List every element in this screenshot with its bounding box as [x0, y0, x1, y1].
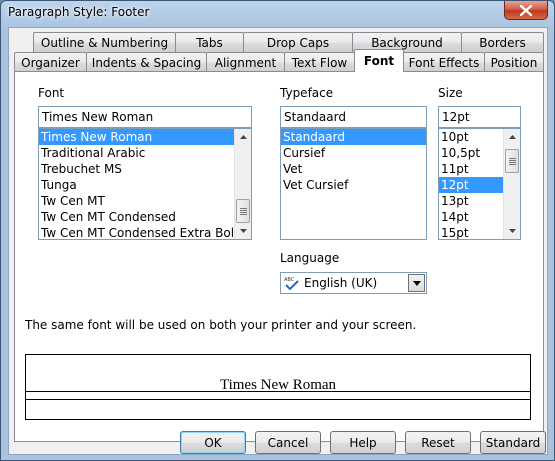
- standard-button[interactable]: Standard: [480, 431, 546, 454]
- size-input[interactable]: 12pt: [438, 106, 521, 128]
- list-item[interactable]: Trebuchet MS: [39, 161, 251, 177]
- font-list-scrollbar[interactable]: [234, 129, 251, 239]
- list-item[interactable]: Times New Roman: [39, 129, 251, 145]
- list-item[interactable]: Cursief: [281, 145, 426, 161]
- tab-font[interactable]: Font: [354, 49, 404, 72]
- close-icon: [520, 4, 532, 16]
- tab-borders[interactable]: Borders: [461, 32, 544, 52]
- arrow-up-icon: [239, 135, 247, 139]
- svg-text:ABC: ABC: [284, 277, 295, 283]
- list-item[interactable]: Tw Cen MT Condensed: [39, 209, 251, 225]
- list-item[interactable]: Tunga: [39, 177, 251, 193]
- typeface-label: Typeface: [280, 86, 334, 100]
- scroll-down-button[interactable]: [504, 223, 520, 239]
- scroll-thumb[interactable]: [505, 149, 519, 173]
- font-list[interactable]: Times New Roman Traditional Arabic Trebuch…: [38, 128, 252, 240]
- scroll-down-button[interactable]: [235, 223, 251, 239]
- typeface-list[interactable]: Standaard Cursief Vet Vet Cursief: [280, 128, 427, 240]
- paragraph-style-dialog: Paragraph Style: Footer Outline & Number…: [0, 0, 555, 461]
- typeface-input[interactable]: Standaard: [280, 106, 427, 128]
- font-name-input[interactable]: Times New Roman: [38, 106, 252, 128]
- tab-indents-spacing[interactable]: Indents & Spacing: [86, 52, 207, 72]
- tab-organizer[interactable]: Organizer: [14, 52, 87, 72]
- chevron-down-icon: [412, 280, 421, 286]
- tab-text-flow[interactable]: Text Flow: [284, 52, 355, 72]
- arrow-up-icon: [508, 135, 516, 139]
- arrow-down-icon: [239, 229, 247, 233]
- cancel-button[interactable]: Cancel: [255, 431, 321, 454]
- ok-button[interactable]: OK: [180, 431, 246, 454]
- language-value: English (UK): [304, 276, 378, 290]
- list-item[interactable]: Traditional Arabic: [39, 145, 251, 161]
- language-dropdown-button[interactable]: [408, 274, 425, 292]
- reset-button[interactable]: Reset: [405, 431, 471, 454]
- font-label: Font: [38, 86, 65, 100]
- tab-position[interactable]: Position: [484, 52, 544, 72]
- language-select[interactable]: ABC English (UK): [280, 272, 427, 294]
- list-item[interactable]: Standaard: [281, 129, 426, 145]
- dialog-client-area: Outline & Numbering Tabs Drop Caps Backg…: [8, 27, 548, 455]
- language-label: Language: [280, 251, 340, 265]
- scroll-thumb[interactable]: [236, 199, 250, 223]
- window-title: Paragraph Style: Footer: [8, 5, 150, 19]
- scroll-up-button[interactable]: [504, 129, 520, 145]
- close-button[interactable]: [504, 1, 548, 20]
- title-bar[interactable]: Paragraph Style: Footer: [1, 1, 554, 27]
- help-button[interactable]: Help: [330, 431, 396, 454]
- size-list[interactable]: 10pt 10,5pt 11pt 12pt 13pt 14pt 15pt: [438, 128, 521, 240]
- size-label: Size: [438, 86, 463, 100]
- scroll-up-button[interactable]: [235, 129, 251, 145]
- list-item[interactable]: Tw Cen MT Condensed Extra Bold: [39, 225, 251, 239]
- font-info-text: The same font will be used on both your …: [25, 318, 417, 332]
- tab-alignment[interactable]: Alignment: [206, 52, 285, 72]
- preview-divider: [26, 399, 530, 400]
- font-preview: Times New Roman: [25, 354, 531, 420]
- typeface-list-items: Standaard Cursief Vet Vet Cursief: [281, 129, 426, 193]
- tab-tabs[interactable]: Tabs: [175, 32, 244, 52]
- list-item[interactable]: Vet Cursief: [281, 177, 426, 193]
- tab-font-effects[interactable]: Font Effects: [403, 52, 485, 72]
- tab-outline-numbering[interactable]: Outline & Numbering: [33, 32, 176, 52]
- spellcheck-icon: ABC: [284, 277, 299, 290]
- list-item[interactable]: Tw Cen MT: [39, 193, 251, 209]
- preview-text: Times New Roman: [219, 377, 337, 393]
- font-list-items: Times New Roman Traditional Arabic Trebuch…: [39, 129, 251, 239]
- arrow-down-icon: [508, 229, 516, 233]
- tab-drop-caps[interactable]: Drop Caps: [243, 32, 353, 52]
- size-list-scrollbar[interactable]: [503, 129, 520, 239]
- list-item[interactable]: Vet: [281, 161, 426, 177]
